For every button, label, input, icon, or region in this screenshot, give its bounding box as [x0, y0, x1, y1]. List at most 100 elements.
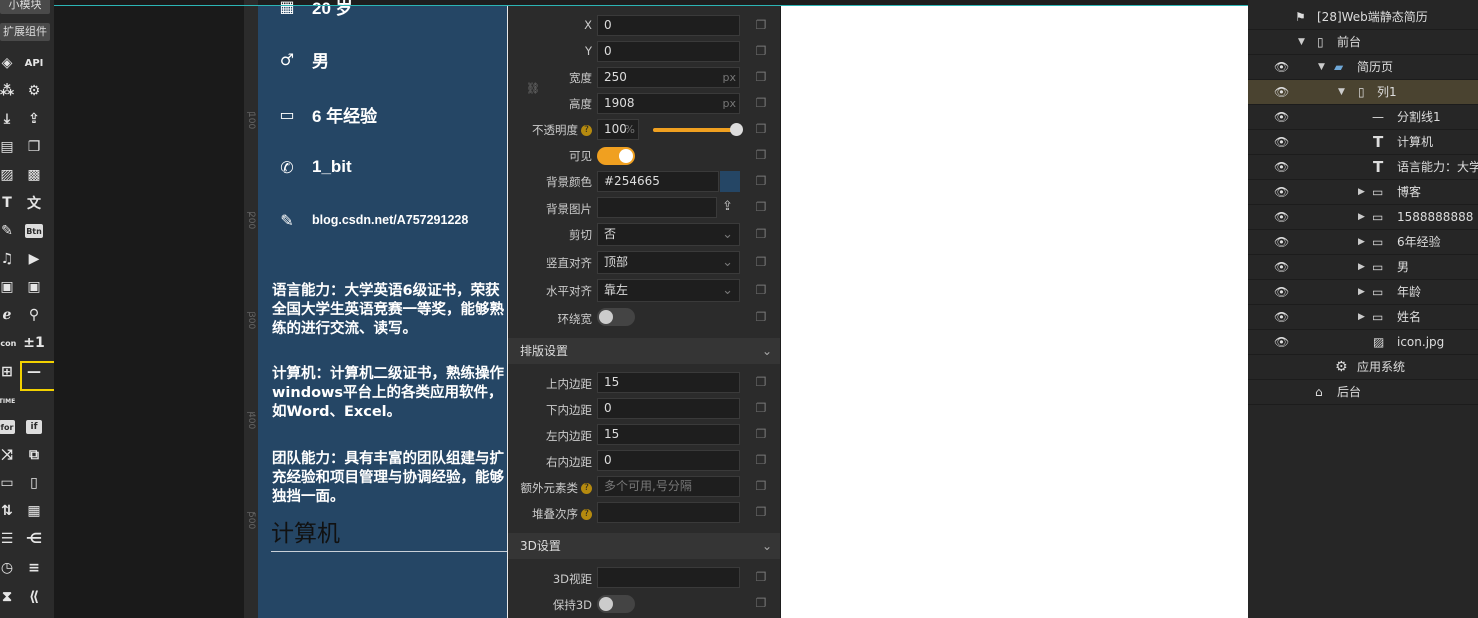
layer-text-language[interactable]: 👁 T 语言能力：大学: [1248, 155, 1478, 180]
blog-row[interactable]: ✎ blog.csdn.net/A757291228: [276, 209, 468, 231]
copy-icon[interactable]: ❐: [752, 146, 770, 164]
copy-icon[interactable]: ❐: [23, 136, 45, 158]
upload-icon[interactable]: ⇪: [722, 199, 733, 214]
table-icon[interactable]: ▦: [23, 500, 45, 522]
width-input[interactable]: 250 px: [597, 67, 740, 88]
experience-row[interactable]: ▭ 6 年经验: [276, 102, 377, 127]
chevron-right-icon[interactable]: ▶: [1358, 305, 1365, 329]
hourglass-icon[interactable]: ⧗: [0, 586, 18, 608]
eye-icon[interactable]: 👁: [1274, 230, 1289, 254]
text-icon[interactable]: T: [0, 192, 18, 214]
layer-text-computer[interactable]: 👁 T 计算机: [1248, 130, 1478, 155]
api-icon[interactable]: API: [23, 52, 45, 74]
layer-row-experience[interactable]: 👁 ▶ ▭ 6年经验: [1248, 230, 1478, 255]
halign-select[interactable]: 靠左 ⌄: [597, 279, 740, 302]
copy-icon[interactable]: ❐: [752, 477, 770, 495]
layers-icon[interactable]: ◈: [0, 52, 18, 74]
layer-column-selected[interactable]: 👁 ▼ ▯ 列1: [1248, 80, 1478, 105]
translate-icon[interactable]: 文: [23, 192, 45, 214]
layer-divider[interactable]: 👁 — 分割线1: [1248, 105, 1478, 130]
extra-class-input[interactable]: 多个可用,号分隔: [597, 476, 740, 497]
image-icon[interactable]: ▨: [0, 164, 18, 186]
file-upload-icon[interactable]: ⇪: [23, 108, 45, 130]
column-icon[interactable]: ▯: [23, 472, 45, 494]
music-icon[interactable]: ♫: [0, 248, 18, 270]
visible-toggle[interactable]: [597, 147, 635, 165]
chevron-right-icon[interactable]: ▶: [1358, 280, 1365, 304]
copy-icon[interactable]: ❐: [752, 373, 770, 391]
share-icon[interactable]: ⋲: [23, 528, 45, 550]
layer-row-phone[interactable]: 👁 ▶ ▭ 1588888888: [1248, 205, 1478, 230]
pad-left-input[interactable]: 15: [597, 424, 740, 445]
layer-project[interactable]: ⚑ [28]Web端静态简历: [1248, 5, 1478, 30]
video-icon[interactable]: ▶: [23, 248, 45, 270]
counter-icon[interactable]: ±1: [23, 332, 45, 354]
grid-icon[interactable]: ⊞: [0, 361, 18, 383]
tree-icon[interactable]: ☰: [0, 528, 18, 550]
chevron-right-icon[interactable]: ▶: [1358, 230, 1365, 254]
copy-icon[interactable]: ❐: [752, 399, 770, 417]
wrap-toggle[interactable]: [597, 308, 635, 326]
copy-icon[interactable]: ❐: [752, 198, 770, 216]
pad-right-input[interactable]: 0: [597, 450, 740, 471]
layer-backend[interactable]: ⌂ 后台: [1248, 380, 1478, 405]
sliders-icon[interactable]: ≡: [23, 557, 45, 579]
eye-icon[interactable]: 👁: [1274, 280, 1289, 304]
help-icon[interactable]: ?: [581, 125, 592, 136]
eye-icon[interactable]: 👁: [1274, 130, 1289, 154]
height-input[interactable]: 1908 px: [597, 93, 740, 114]
overlay-icon[interactable]: ⧉: [23, 444, 45, 466]
shuffle-icon[interactable]: ⤨: [0, 444, 18, 466]
chevron-right-icon[interactable]: ▶: [1358, 255, 1365, 279]
zindex-input[interactable]: [597, 502, 740, 523]
eye-icon[interactable]: 👁: [1274, 155, 1289, 179]
eye-icon[interactable]: 👁: [1274, 205, 1289, 229]
button-component-icon[interactable]: Btn: [25, 224, 43, 238]
layer-app-system[interactable]: ⚙ 应用系统: [1248, 355, 1478, 380]
keep3d-toggle[interactable]: [597, 595, 635, 613]
opacity-slider[interactable]: [653, 123, 743, 136]
pad-bottom-input[interactable]: 0: [597, 398, 740, 419]
help-icon[interactable]: ?: [581, 509, 592, 520]
opacity-input[interactable]: 100%: [597, 119, 639, 140]
copy-icon[interactable]: ❐: [752, 225, 770, 243]
age-row[interactable]: ▦ 20 岁: [276, 0, 352, 19]
layer-row-gender[interactable]: 👁 ▶ ▭ 男: [1248, 255, 1478, 280]
contact-row[interactable]: ✆ 1_bit: [276, 156, 351, 178]
copy-icon[interactable]: ❐: [752, 503, 770, 521]
form-icon[interactable]: ▤: [0, 136, 18, 158]
layer-frontend[interactable]: ▼ ▯ 前台: [1248, 30, 1478, 55]
copy-icon[interactable]: ❐: [752, 425, 770, 443]
copy-icon[interactable]: ❐: [752, 568, 770, 586]
copy-icon[interactable]: ❐: [752, 94, 770, 112]
clip-select[interactable]: 否 ⌄: [597, 223, 740, 246]
layout-section-header[interactable]: 排版设置 ⌄: [508, 338, 780, 364]
pad-top-input[interactable]: 15: [597, 372, 740, 393]
chevron-right-icon[interactable]: ▶: [1358, 180, 1365, 204]
eye-icon[interactable]: 👁: [1274, 55, 1289, 79]
clock-icon[interactable]: ◷: [0, 557, 18, 579]
eye-icon[interactable]: 👁: [1274, 255, 1289, 279]
resume-column-canvas[interactable]: ▦ 20 岁 ♂ 男 ▭ 6 年经验 ✆ 1_bit ✎ blog.csdn.n…: [258, 0, 507, 618]
copy-icon[interactable]: ❐: [752, 68, 770, 86]
copy-icon[interactable]: ❐: [752, 42, 770, 60]
edit-icon[interactable]: ✎: [0, 220, 18, 242]
opacity-slider-handle[interactable]: [730, 123, 743, 136]
copy-icon[interactable]: ❐: [752, 594, 770, 612]
layer-row-blog[interactable]: 👁 ▶ ▭ 博客: [1248, 180, 1478, 205]
chevron-down-icon[interactable]: ▼: [1318, 55, 1325, 79]
valign-select[interactable]: 顶部 ⌄: [597, 251, 740, 274]
download-icon[interactable]: ⤓: [0, 108, 18, 130]
copy-icon[interactable]: ❐: [752, 16, 770, 34]
layer-image-icon[interactable]: 👁 ▨ icon.jpg: [1248, 330, 1478, 355]
for-loop-icon[interactable]: for: [0, 420, 15, 434]
bgcolor-input[interactable]: #254665: [597, 171, 719, 192]
eye-icon[interactable]: 👁: [1274, 80, 1289, 104]
eye-icon[interactable]: 👁: [1274, 105, 1289, 129]
chevron-down-icon[interactable]: ▼: [1338, 80, 1345, 104]
contact-card-icon[interactable]: ▣: [23, 276, 45, 298]
copy-icon[interactable]: ❐: [752, 253, 770, 271]
gear-icon[interactable]: ⚙: [23, 80, 45, 102]
divider-line[interactable]: [271, 551, 507, 552]
icon-component-icon[interactable]: icon: [0, 332, 18, 354]
